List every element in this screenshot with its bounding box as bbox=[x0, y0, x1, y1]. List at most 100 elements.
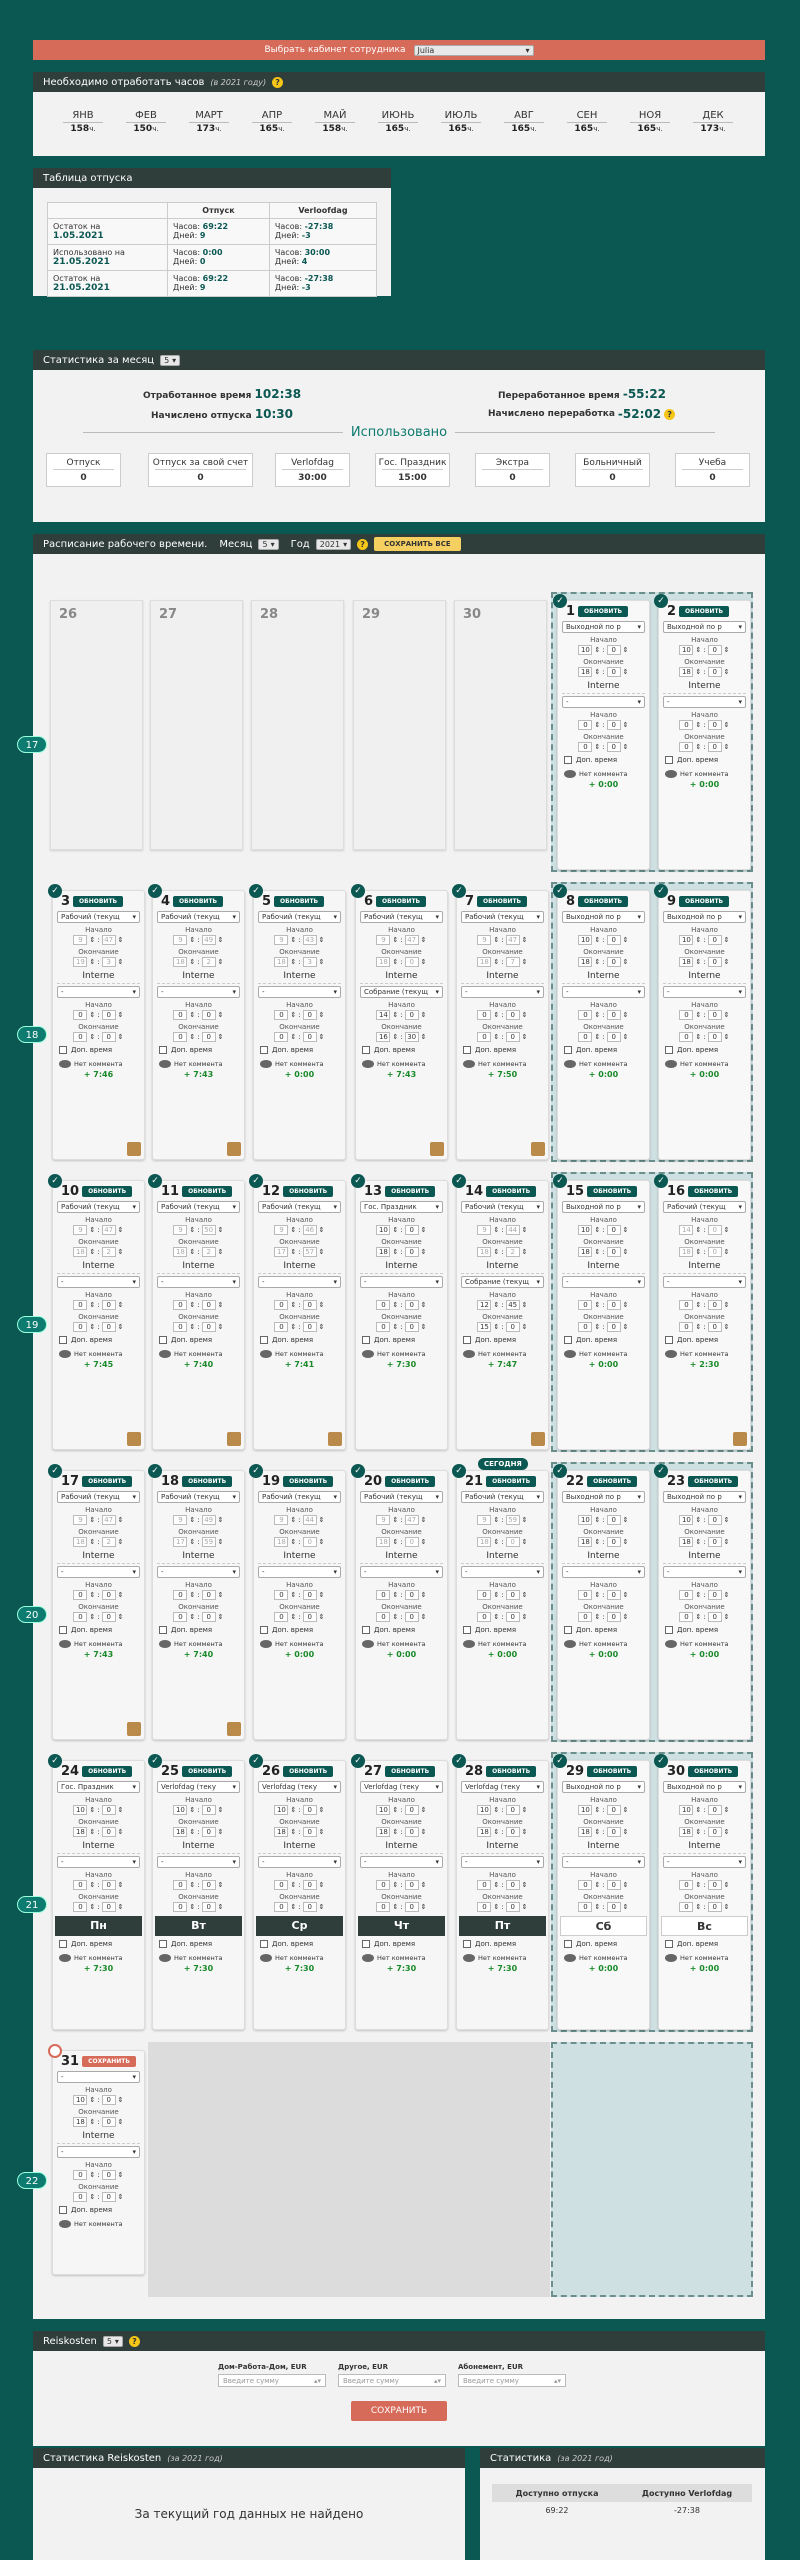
update-day-button[interactable]: ОБНОВИТЬ bbox=[385, 1186, 436, 1197]
day-type-select[interactable]: Verlofdag (теку ▾ bbox=[461, 1781, 544, 1793]
interne-select[interactable]: - ▾ bbox=[157, 1276, 240, 1288]
start-time[interactable]: 10 ⇕:0 ⇕ bbox=[356, 1805, 447, 1815]
end-time[interactable]: 18 ⇕:0 ⇕ bbox=[659, 1537, 750, 1547]
interne-start-time[interactable]: 0 ⇕:0 ⇕ bbox=[558, 1300, 649, 1310]
comment-button[interactable]: Нет коммента bbox=[254, 1640, 345, 1648]
update-day-button[interactable]: ОБНОВИТЬ bbox=[376, 896, 427, 907]
end-time[interactable]: 18 ⇕:0 ⇕ bbox=[558, 1827, 649, 1837]
comment-button[interactable]: Нет коммента bbox=[53, 1640, 144, 1648]
extra-time-checkbox[interactable]: Доп. время bbox=[53, 1336, 144, 1344]
end-time[interactable]: 18 ⇕:0 ⇕ bbox=[558, 957, 649, 967]
interne-start-time[interactable]: 0 ⇕:0 ⇕ bbox=[457, 1010, 548, 1020]
interne-end-time[interactable]: 0 ⇕:0 ⇕ bbox=[153, 1612, 244, 1622]
day-type-select[interactable]: Рабочий (текущ ▾ bbox=[157, 911, 240, 923]
help-icon[interactable]: ? bbox=[664, 408, 676, 420]
interne-select[interactable]: - ▾ bbox=[663, 986, 746, 998]
interne-select[interactable]: - ▾ bbox=[562, 986, 645, 998]
interne-start-time[interactable]: 0 ⇕:0 ⇕ bbox=[457, 1590, 548, 1600]
interne-select[interactable]: - ▾ bbox=[461, 1566, 544, 1578]
interne-select[interactable]: - ▾ bbox=[360, 1856, 443, 1868]
interne-start-time[interactable]: 0 ⇕:0 ⇕ bbox=[659, 1010, 750, 1020]
comment-button[interactable]: Нет коммента bbox=[356, 1640, 447, 1648]
save-all-button[interactable]: СОХРАНИТЬ ВСЕ bbox=[374, 537, 461, 551]
comment-button[interactable]: Нет коммента bbox=[659, 1350, 750, 1358]
end-time[interactable]: 19 ⇕:3 ⇕ bbox=[53, 957, 144, 967]
start-time[interactable]: 9 ⇕:44 ⇕ bbox=[457, 1225, 548, 1235]
start-time[interactable]: 9 ⇕:47 ⇕ bbox=[356, 1515, 447, 1525]
extra-time-checkbox[interactable]: Доп. время bbox=[558, 756, 649, 764]
start-time[interactable]: 10 ⇕:0 ⇕ bbox=[53, 1805, 144, 1815]
start-time[interactable]: 10 ⇕:0 ⇕ bbox=[457, 1805, 548, 1815]
start-time[interactable]: 9 ⇕:47 ⇕ bbox=[53, 935, 144, 945]
start-time[interactable]: 10 ⇕:0 ⇕ bbox=[659, 645, 750, 655]
extra-time-checkbox[interactable]: Доп. время bbox=[53, 1046, 144, 1054]
reis-input-3[interactable]: Введите сумму ▴▾ bbox=[458, 2374, 566, 2387]
extra-time-checkbox[interactable]: Доп. время bbox=[153, 1336, 244, 1344]
interne-select[interactable]: - ▾ bbox=[258, 1856, 341, 1868]
update-day-button[interactable]: ОБНОВИТЬ bbox=[578, 606, 629, 617]
update-day-button[interactable]: ОБНОВИТЬ bbox=[182, 1186, 233, 1197]
interne-start-time[interactable]: 0 ⇕:0 ⇕ bbox=[254, 1300, 345, 1310]
employee-select[interactable]: Julia ▾ bbox=[413, 44, 534, 56]
end-time[interactable]: 18 ⇕:2 ⇕ bbox=[153, 1247, 244, 1257]
update-day-button[interactable]: ОБНОВИТЬ bbox=[283, 1476, 334, 1487]
extra-time-checkbox[interactable]: Доп. время bbox=[659, 1336, 750, 1344]
day-type-select[interactable]: Рабочий (текущ ▾ bbox=[461, 911, 544, 923]
comment-button[interactable]: Нет коммента bbox=[356, 1060, 447, 1068]
update-day-button[interactable]: ОБНОВИТЬ bbox=[182, 1476, 233, 1487]
day-type-select[interactable]: Выходной по р ▾ bbox=[663, 1781, 746, 1793]
extra-time-checkbox[interactable]: Доп. время bbox=[53, 2206, 144, 2214]
document-icon[interactable] bbox=[531, 1142, 545, 1156]
update-day-button[interactable]: ОБНОВИТЬ bbox=[679, 606, 730, 617]
interne-end-time[interactable]: 0 ⇕:0 ⇕ bbox=[558, 1322, 649, 1332]
end-time[interactable]: 18 ⇕:0 ⇕ bbox=[457, 1537, 548, 1547]
extra-time-checkbox[interactable]: Доп. время bbox=[659, 1940, 750, 1948]
comment-button[interactable]: Нет коммента bbox=[659, 1640, 750, 1648]
end-time[interactable]: 18 ⇕:0 ⇕ bbox=[153, 1827, 244, 1837]
start-time[interactable]: 10 ⇕:0 ⇕ bbox=[558, 645, 649, 655]
day-type-select[interactable]: Рабочий (текущ ▾ bbox=[360, 911, 443, 923]
end-time[interactable]: 18 ⇕:0 ⇕ bbox=[53, 2117, 144, 2127]
start-time[interactable]: 10 ⇕:0 ⇕ bbox=[53, 2095, 144, 2105]
interne-end-time[interactable]: 0 ⇕:0 ⇕ bbox=[356, 1322, 447, 1332]
update-day-button[interactable]: ОБНОВИТЬ bbox=[486, 1186, 537, 1197]
day-type-select[interactable]: Выходной по р ▾ bbox=[562, 1491, 645, 1503]
day-type-select[interactable]: Рабочий (текущ ▾ bbox=[57, 1491, 140, 1503]
start-time[interactable]: 10 ⇕:0 ⇕ bbox=[659, 935, 750, 945]
end-time[interactable]: 18 ⇕:3 ⇕ bbox=[254, 957, 345, 967]
stats-month-select[interactable]: 5 ▾ bbox=[160, 354, 181, 366]
update-day-button[interactable]: ОБНОВИТЬ bbox=[486, 1476, 537, 1487]
interne-select[interactable]: - ▾ bbox=[57, 2146, 140, 2158]
extra-time-checkbox[interactable]: Доп. время bbox=[457, 1940, 548, 1948]
start-time[interactable]: 10 ⇕:0 ⇕ bbox=[356, 1225, 447, 1235]
interne-select[interactable]: - ▾ bbox=[663, 1566, 746, 1578]
day-type-select[interactable]: Verlofdag (теку ▾ bbox=[157, 1781, 240, 1793]
interne-start-time[interactable]: 0 ⇕:0 ⇕ bbox=[53, 1590, 144, 1600]
interne-start-time[interactable]: 0 ⇕:0 ⇕ bbox=[457, 1880, 548, 1890]
interne-end-time[interactable]: 0 ⇕:0 ⇕ bbox=[659, 742, 750, 752]
update-day-button[interactable]: ОБНОВИТЬ bbox=[688, 1186, 739, 1197]
update-day-button[interactable]: ОБНОВИТЬ bbox=[73, 896, 124, 907]
end-time[interactable]: 18 ⇕:0 ⇕ bbox=[659, 1247, 750, 1257]
extra-time-checkbox[interactable]: Доп. время bbox=[457, 1046, 548, 1054]
reis-input-1[interactable]: Введите сумму ▴▾ bbox=[218, 2374, 326, 2387]
extra-time-checkbox[interactable]: Доп. время bbox=[153, 1940, 244, 1948]
end-time[interactable]: 18 ⇕:2 ⇕ bbox=[153, 957, 244, 967]
end-time[interactable]: 18 ⇕:0 ⇕ bbox=[356, 957, 447, 967]
interne-end-time[interactable]: 0 ⇕:0 ⇕ bbox=[53, 1322, 144, 1332]
extra-time-checkbox[interactable]: Доп. время bbox=[53, 1626, 144, 1634]
day-type-select[interactable]: Выходной по р ▾ bbox=[562, 1781, 645, 1793]
day-type-select[interactable]: Рабочий (текущ ▾ bbox=[258, 911, 341, 923]
start-time[interactable]: 9 ⇕:47 ⇕ bbox=[53, 1515, 144, 1525]
interne-select[interactable]: - ▾ bbox=[562, 1856, 645, 1868]
document-icon[interactable] bbox=[227, 1142, 241, 1156]
update-day-button[interactable]: ОБНОВИТЬ bbox=[477, 896, 528, 907]
start-time[interactable]: 10 ⇕:0 ⇕ bbox=[558, 1515, 649, 1525]
update-day-button[interactable]: ОБНОВИТЬ bbox=[688, 1766, 739, 1777]
comment-button[interactable]: Нет коммента bbox=[659, 1954, 750, 1962]
comment-button[interactable]: Нет коммента bbox=[659, 770, 750, 778]
start-time[interactable]: 10 ⇕:0 ⇕ bbox=[558, 1225, 649, 1235]
start-time[interactable]: 10 ⇕:0 ⇕ bbox=[558, 935, 649, 945]
day-type-select[interactable]: Рабочий (текущ ▾ bbox=[461, 1201, 544, 1213]
extra-time-checkbox[interactable]: Доп. время bbox=[356, 1046, 447, 1054]
